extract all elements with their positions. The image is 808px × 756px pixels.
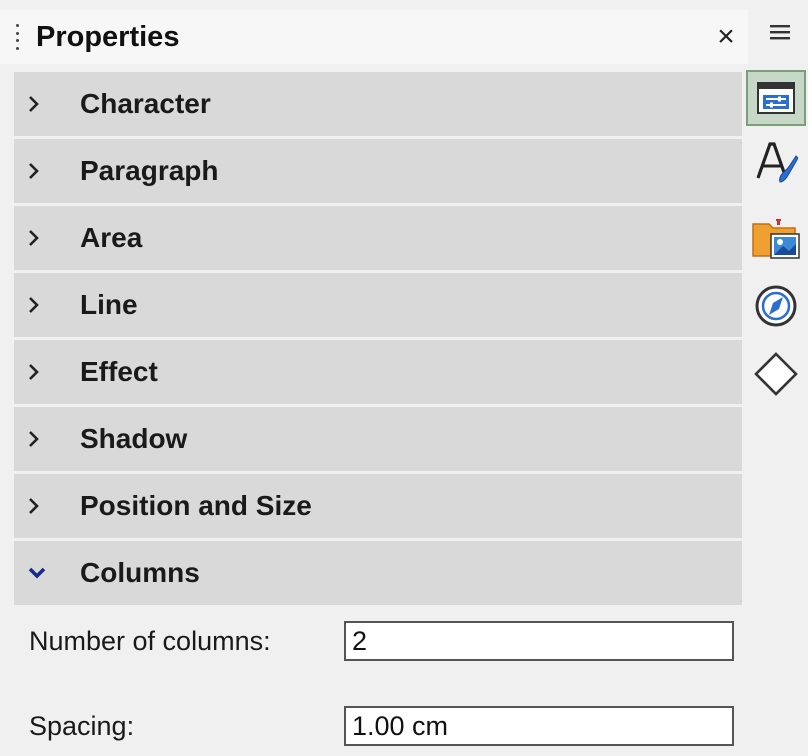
tab-navigator[interactable]: [746, 278, 806, 334]
section-shadow[interactable]: Shadow: [14, 407, 742, 471]
panel-titlebar: Properties ×: [0, 10, 748, 64]
section-label: Area: [80, 222, 143, 253]
navigator-icon: [755, 285, 797, 327]
styles-icon: [756, 142, 798, 183]
gallery-icon: [752, 219, 800, 259]
section-paragraph[interactable]: Paragraph: [14, 139, 742, 203]
section-columns[interactable]: Columns: [14, 541, 742, 605]
tab-properties[interactable]: [746, 70, 806, 126]
section-line[interactable]: Line: [14, 273, 742, 337]
shapes-icon: [754, 352, 798, 396]
spacing-row: Spacing:: [0, 701, 748, 751]
chevron-right-icon: [14, 95, 60, 113]
section-label: Line: [80, 289, 138, 320]
properties-icon: [757, 82, 795, 114]
properties-panel: Properties × Character Paragraph Area Li…: [0, 0, 748, 756]
chevron-right-icon: [14, 296, 60, 314]
section-area[interactable]: Area: [14, 206, 742, 270]
section-label: Character: [80, 88, 211, 119]
tab-styles[interactable]: [746, 134, 806, 190]
chevron-down-icon: [14, 567, 60, 579]
section-effect[interactable]: Effect: [14, 340, 742, 404]
section-label: Position and Size: [80, 490, 312, 521]
section-label: Columns: [80, 557, 200, 588]
drag-grip-icon[interactable]: [16, 24, 20, 50]
tab-shapes[interactable]: [746, 346, 806, 402]
spacing-field[interactable]: [344, 706, 734, 746]
close-icon[interactable]: ×: [708, 10, 744, 64]
chevron-right-icon: [14, 430, 60, 448]
hamburger-menu-icon[interactable]: [762, 14, 798, 50]
section-label: Shadow: [80, 423, 188, 454]
section-character[interactable]: Character: [14, 72, 742, 136]
number-of-columns-row: Number of columns:: [0, 616, 748, 666]
panel-title: Properties: [36, 21, 180, 53]
section-position-and-size[interactable]: Position and Size: [14, 474, 742, 538]
chevron-right-icon: [14, 363, 60, 381]
chevron-right-icon: [14, 162, 60, 180]
chevron-right-icon: [14, 497, 60, 515]
number-of-columns-field[interactable]: [344, 621, 734, 661]
chevron-right-icon: [14, 229, 60, 247]
section-label: Paragraph: [80, 155, 219, 186]
number-of-columns-label: Number of columns:: [29, 626, 271, 656]
section-list: Character Paragraph Area Line Effect Sha…: [14, 72, 742, 608]
spacing-label: Spacing:: [29, 711, 135, 741]
tab-gallery[interactable]: [746, 210, 806, 266]
sidebar-tab-bar: [742, 0, 808, 756]
section-label: Effect: [80, 356, 158, 387]
